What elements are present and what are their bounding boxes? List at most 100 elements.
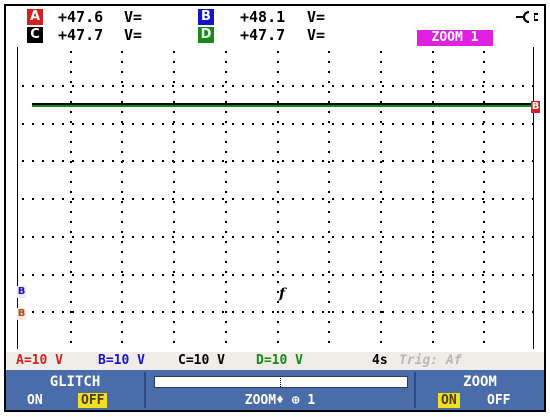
- grid-dot: [422, 274, 424, 276]
- grid-dot: [272, 236, 274, 238]
- grid-dot: [342, 85, 344, 87]
- grid-dot: [52, 198, 54, 200]
- grid-dot: [380, 101, 382, 103]
- zoom-badge: ZOOM 1: [417, 30, 493, 46]
- grid-dot: [22, 198, 24, 200]
- grid-dot: [502, 85, 504, 87]
- grid-dot: [483, 231, 485, 233]
- grid-dot: [492, 123, 494, 125]
- zoom-on-option[interactable]: ON: [438, 393, 460, 408]
- grid-dot: [102, 274, 104, 276]
- grid-dot: [173, 181, 175, 183]
- channel-c-unit: V=: [124, 26, 143, 44]
- grid-dot: [142, 236, 144, 238]
- grid-dot: [92, 123, 94, 125]
- grid-dot: [372, 160, 374, 162]
- grid-dot: [173, 261, 175, 263]
- zoom-off-option[interactable]: OFF: [484, 393, 513, 408]
- grid-dot: [121, 171, 123, 173]
- grid-dot: [328, 171, 330, 173]
- grid-dot: [202, 85, 204, 87]
- grid-dot: [173, 281, 175, 283]
- trace-marker-left-b[interactable]: B: [17, 286, 26, 298]
- grid-dot: [70, 311, 72, 313]
- grid-dot: [328, 251, 330, 253]
- grid-dot: [382, 198, 384, 200]
- glitch-softkey[interactable]: GLITCH ON OFF: [6, 370, 144, 410]
- grid-dot: [382, 123, 384, 125]
- grid-dot: [442, 274, 444, 276]
- grid-dot: [162, 198, 164, 200]
- grid-dot: [72, 123, 74, 125]
- grid-dot: [522, 198, 524, 200]
- grid-dot: [162, 160, 164, 162]
- grid-dot: [380, 71, 382, 73]
- grid-dot: [22, 160, 24, 162]
- grid-dot: [422, 236, 424, 238]
- grid-dot: [225, 171, 227, 173]
- grid-dot: [502, 160, 504, 162]
- grid-dot: [272, 160, 274, 162]
- glitch-off-option[interactable]: OFF: [78, 393, 108, 408]
- grid-dot: [292, 123, 294, 125]
- grid-dot: [82, 160, 84, 162]
- grid-dot: [225, 241, 227, 243]
- grid-dot: [462, 274, 464, 276]
- grid-dot: [483, 241, 485, 243]
- grid-dot: [232, 85, 234, 87]
- grid-dot: [292, 274, 294, 276]
- zoom-level-label: ZOOM♦ ⊕ 1: [244, 393, 316, 408]
- grid-dot: [342, 311, 344, 313]
- grid-dot: [277, 151, 279, 153]
- grid-dot: [72, 198, 74, 200]
- channel-c-tag: C: [27, 27, 43, 43]
- trigger-status: Trig: Af: [399, 353, 462, 368]
- grid-dot: [122, 236, 124, 238]
- glitch-on-option[interactable]: ON: [24, 393, 46, 408]
- zoom-softkey[interactable]: ZOOM ON OFF: [416, 370, 544, 410]
- grid-dot: [282, 198, 284, 200]
- grid-dot: [225, 191, 227, 193]
- grid-dot: [277, 231, 279, 233]
- grid-dot: [332, 274, 334, 276]
- zoom-position-bar[interactable]: [154, 376, 408, 388]
- trace-marker-right[interactable]: B: [531, 101, 540, 113]
- trace-marker-left-a[interactable]: B: [17, 308, 26, 320]
- grid-dot: [225, 251, 227, 253]
- grid-dot: [502, 123, 504, 125]
- grid-dot: [402, 274, 404, 276]
- grid-dot: [328, 61, 330, 63]
- grid-dot: [483, 51, 485, 53]
- grid-dot: [462, 123, 464, 125]
- grid-dot: [70, 51, 72, 53]
- grid-dot: [328, 141, 330, 143]
- grid-dot: [62, 236, 64, 238]
- grid-dot: [332, 198, 334, 200]
- grid-dot: [42, 85, 44, 87]
- grid-dot: [412, 160, 414, 162]
- grid-dot: [302, 123, 304, 125]
- grid-dot: [232, 160, 234, 162]
- grid-dot: [512, 198, 514, 200]
- grid-dot: [22, 123, 24, 125]
- grid-dot: [121, 71, 123, 73]
- grid-dot: [70, 81, 72, 83]
- grid-dot: [121, 211, 123, 213]
- grid-dot: [328, 131, 330, 133]
- grid-dot: [62, 85, 64, 87]
- grid-dot: [70, 281, 72, 283]
- zoom-control[interactable]: ZOOM♦ ⊕ 1: [146, 370, 414, 410]
- grid-dot: [432, 311, 434, 313]
- grid-dot: [328, 221, 330, 223]
- grid-dot: [173, 331, 175, 333]
- grid-dot: [332, 85, 334, 87]
- grid-dot: [122, 198, 124, 200]
- grid-dot: [328, 331, 330, 333]
- grid-dot: [232, 236, 234, 238]
- grid-dot: [432, 201, 434, 203]
- grid-dot: [173, 111, 175, 113]
- grid-dot: [312, 274, 314, 276]
- grid-dot: [483, 141, 485, 143]
- grid-dot: [212, 123, 214, 125]
- grid-dot: [173, 221, 175, 223]
